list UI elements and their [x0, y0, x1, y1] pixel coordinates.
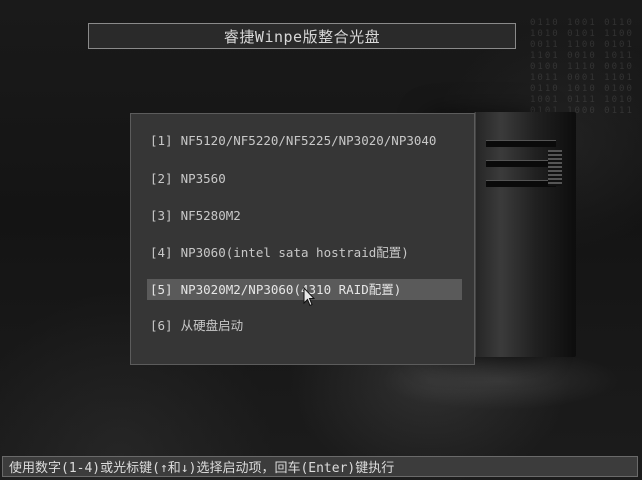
boot-menu: [1] NF5120/NF5220/NF5225/NP3020/NP3040 [2…: [130, 113, 475, 365]
menu-item-number: [6]: [150, 318, 173, 333]
menu-item-label: 从硬盘启动: [180, 318, 244, 333]
title-bar: 睿捷Winpe版整合光盘: [88, 23, 516, 49]
boot-menu-item-3[interactable]: [3] NF5280M2: [147, 205, 462, 226]
server-drive-slot: [486, 180, 556, 187]
server-image-front: [474, 112, 576, 357]
boot-menu-item-1[interactable]: [1] NF5120/NF5220/NF5225/NP3020/NP3040: [147, 130, 462, 151]
page-title: 睿捷Winpe版整合光盘: [223, 27, 381, 46]
server-drive-slot: [486, 160, 556, 167]
menu-item-label: NP3020M2/NP3060(4310 RAID配置): [180, 282, 402, 297]
boot-menu-item-4[interactable]: [4] NP3060(intel sata hostraid配置): [147, 242, 462, 263]
menu-item-number: [1]: [150, 133, 173, 148]
server-drive-slot: [486, 140, 556, 147]
status-bar: 使用数字(1-4)或光标键(↑和↓)选择启动项，回车(Enter)键执行: [2, 456, 638, 477]
server-vent: [548, 150, 562, 186]
menu-item-label: NF5120/NF5220/NF5225/NP3020/NP3040: [180, 133, 437, 148]
menu-item-number: [4]: [150, 245, 173, 260]
boot-menu-item-2[interactable]: [2] NP3560: [147, 168, 462, 189]
menu-item-label: NF5280M2: [180, 208, 241, 223]
menu-item-label: NP3560: [180, 171, 226, 186]
boot-menu-item-6[interactable]: [6] 从硬盘启动: [147, 315, 462, 336]
menu-item-number: [5]: [150, 282, 173, 297]
mouse-pointer-icon: [303, 287, 315, 307]
menu-item-number: [2]: [150, 171, 173, 186]
menu-item-number: [3]: [150, 208, 173, 223]
menu-item-label: NP3060(intel sata hostraid配置): [180, 245, 409, 260]
status-hint: 使用数字(1-4)或光标键(↑和↓)选择启动项，回车(Enter)键执行: [9, 461, 395, 476]
